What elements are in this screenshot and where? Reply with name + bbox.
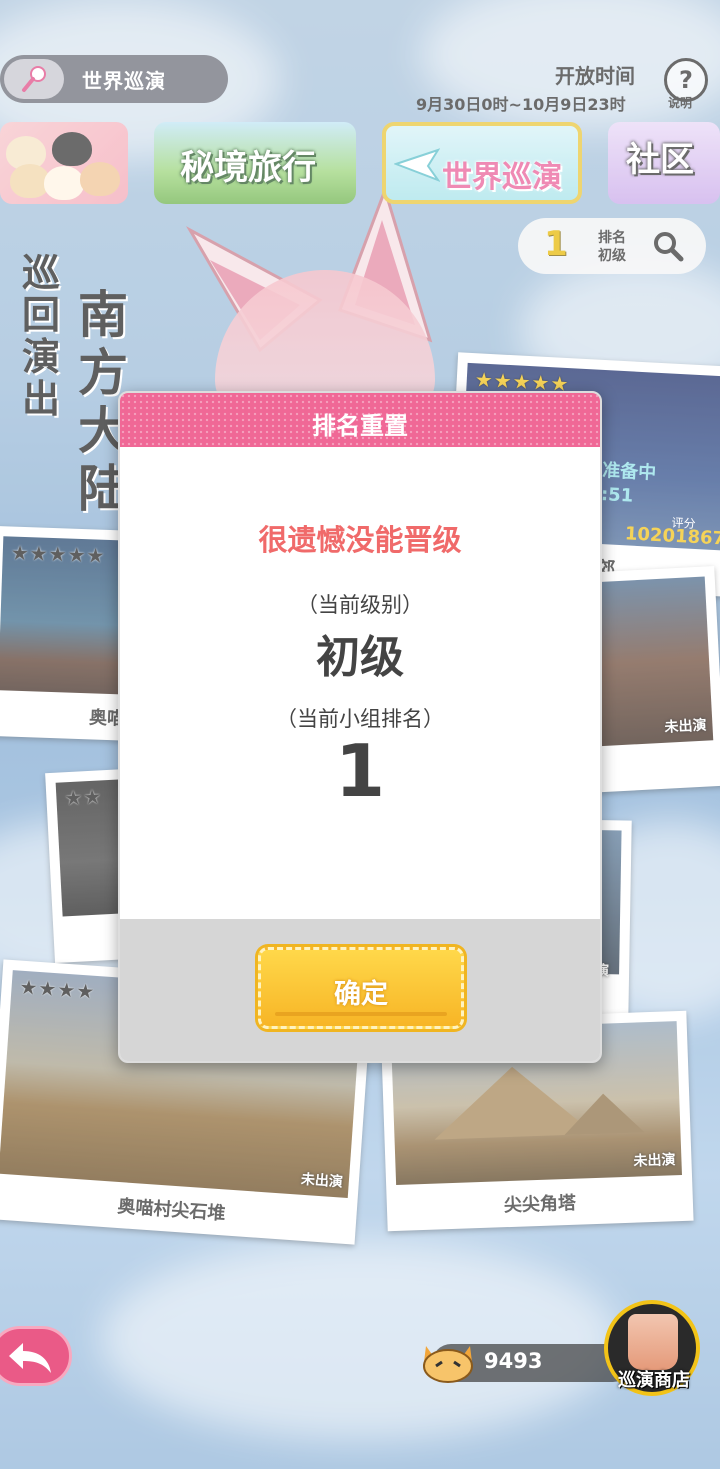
coin-count: 9493 — [484, 1349, 543, 1373]
current-level-label: （当前级别） — [297, 593, 423, 617]
rank-reset-dialog: 排名重置 很遗憾没能晋级 （当前级别） 初级 （当前小组排名） 1 确定 — [118, 391, 602, 1063]
current-level: 初级 — [316, 632, 404, 683]
back-arrow-icon — [9, 1343, 51, 1373]
confirm-button-label: 确定 — [334, 979, 388, 1010]
dialog-header: 排名重置 — [120, 393, 600, 447]
back-button[interactable] — [0, 1326, 72, 1386]
cat-coin-icon — [423, 1346, 473, 1383]
current-group-rank: 1 — [334, 729, 386, 813]
dialog-title: 排名重置 — [312, 412, 408, 440]
tour-shop-label: 巡演商店 — [618, 1370, 690, 1391]
shop-jar-icon — [628, 1314, 678, 1370]
dialog-message: 很遗憾没能晋级 — [258, 523, 462, 557]
confirm-button[interactable]: 确定 — [258, 947, 464, 1029]
confirm-button-underline — [275, 1012, 447, 1016]
